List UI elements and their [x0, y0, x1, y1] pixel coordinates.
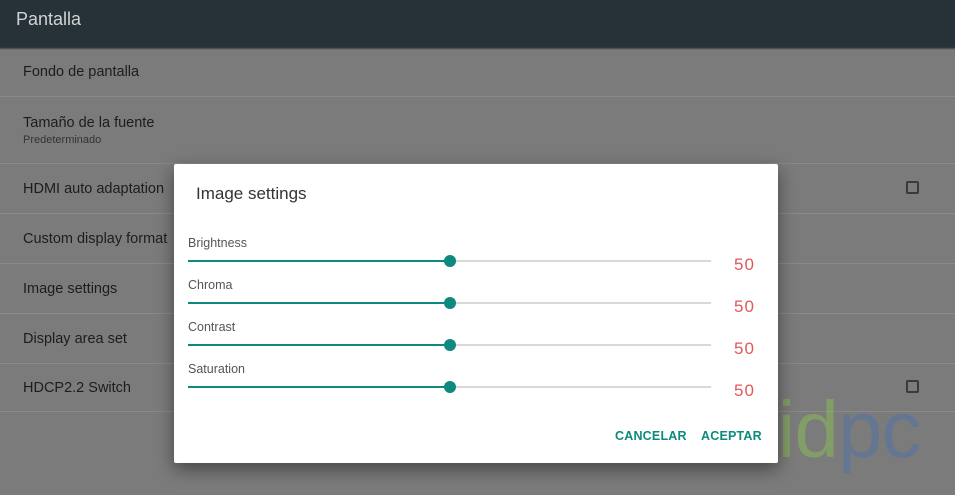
saturation-setting: Saturation 50	[188, 362, 768, 404]
saturation-label: Saturation	[188, 362, 245, 376]
setting-item-font-size[interactable]: Tamaño de la fuente Predeterminado	[0, 97, 955, 164]
contrast-slider[interactable]	[188, 339, 711, 351]
saturation-value: 50	[734, 381, 755, 400]
setting-item-title: Fondo de pantalla	[23, 64, 140, 80]
brightness-value: 50	[734, 255, 755, 274]
chroma-setting: Chroma 50	[188, 278, 768, 320]
contrast-label: Contrast	[188, 320, 236, 334]
contrast-slider-thumb[interactable]	[443, 339, 456, 351]
cancel-button[interactable]: CANCELAR	[615, 429, 687, 443]
setting-item-subtitle: Predeterminado	[23, 134, 102, 146]
saturation-slider-thumb[interactable]	[443, 381, 456, 393]
setting-item-wallpaper[interactable]: Fondo de pantalla	[0, 47, 955, 97]
chroma-label: Chroma	[188, 278, 233, 292]
contrast-setting: Contrast 50	[188, 320, 768, 362]
image-settings-dialog: Image settings Brightness 50 Chroma 50 C…	[174, 164, 778, 463]
brightness-setting: Brightness 50	[188, 236, 768, 278]
saturation-slider-fill	[188, 386, 450, 388]
brightness-label: Brightness	[188, 236, 248, 250]
accept-button[interactable]: ACEPTAR	[701, 429, 762, 443]
contrast-value: 50	[734, 339, 755, 358]
setting-item-title: Tamaño de la fuente	[23, 115, 155, 131]
brightness-slider-fill	[188, 260, 450, 262]
dialog-title: Image settings	[196, 184, 307, 203]
app-bar: Pantalla	[0, 0, 955, 47]
hdmi-auto-checkbox[interactable]	[906, 181, 919, 194]
contrast-slider-fill	[188, 344, 450, 346]
brightness-slider-thumb[interactable]	[443, 255, 456, 267]
chroma-slider-thumb[interactable]	[443, 297, 456, 309]
brightness-slider[interactable]	[188, 255, 711, 267]
hdcp-switch-checkbox[interactable]	[906, 380, 919, 393]
page-title: Pantalla	[16, 9, 82, 29]
chroma-slider-fill	[188, 302, 450, 304]
saturation-slider[interactable]	[188, 381, 711, 393]
chroma-slider[interactable]	[188, 297, 711, 309]
chroma-value: 50	[734, 297, 755, 316]
